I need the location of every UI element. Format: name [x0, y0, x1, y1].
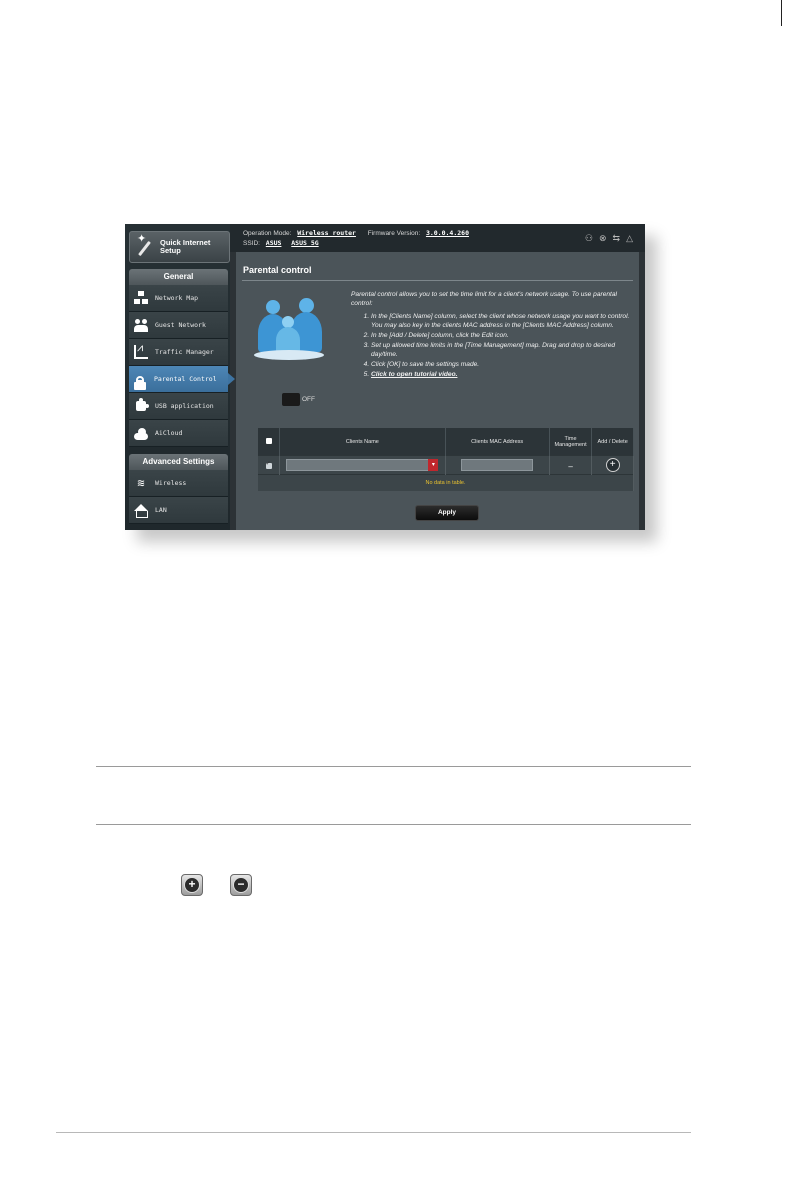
sidebar-item-label: AiCloud	[155, 429, 183, 437]
general-menu: Network Map Guest Network Traffic Manage…	[129, 285, 235, 447]
instruction-step: Set up allowed time limits in the [Time …	[371, 341, 631, 359]
sidebar-item-label: USB application	[155, 402, 214, 410]
advanced-menu: ≋ Wireless LAN	[129, 470, 228, 524]
router-admin-screenshot: ✦ Quick Internet Setup General Network M…	[125, 224, 645, 530]
toggle-state-label: OFF	[302, 396, 315, 403]
magic-wand-icon: ✦	[135, 234, 157, 258]
tutorial-video-link[interactable]: Click to open tutorial video.	[371, 371, 457, 378]
clients-icon[interactable]: ⚇	[585, 234, 593, 243]
col-time-management: Time Management	[549, 428, 593, 456]
house-icon	[134, 504, 148, 518]
operation-mode-line: Operation Mode: Wireless router Firmware…	[243, 229, 473, 237]
instruction-step: Click to open tutorial video.	[371, 370, 631, 379]
row-checkbox[interactable]	[265, 460, 272, 469]
firmware-link[interactable]: 3.0.0.4.260	[426, 229, 469, 237]
toggle-knob	[282, 393, 300, 406]
ssid-line: SSID: ASUS ASUS_5G	[243, 239, 323, 247]
network-map-icon	[134, 291, 148, 305]
instruction-step: In the [Clients Name] column, select the…	[371, 312, 631, 330]
traffic-chart-icon	[134, 341, 148, 359]
empty-message: No data in table.	[258, 474, 634, 491]
parental-control-panel: Parental control OFF Parental control al…	[236, 252, 639, 530]
sidebar-item-traffic-manager[interactable]: Traffic Manager	[129, 339, 228, 366]
sidebar-item-aicloud[interactable]: AiCloud	[129, 420, 228, 447]
note-bottom-rule	[96, 824, 691, 825]
clients-mac-cell	[445, 455, 550, 475]
usb-icon[interactable]: ⇆	[613, 234, 621, 243]
crop-mark	[781, 0, 782, 26]
remove-icon: −	[230, 874, 252, 896]
col-add-delete: Add / Delete	[591, 428, 634, 456]
time-management-cell: –	[549, 455, 593, 475]
row-check-cell	[258, 455, 281, 475]
col-clients-mac: Clients MAC Address	[445, 428, 550, 456]
plus-glyph: +	[184, 877, 200, 893]
top-status-bar: Operation Mode: Wireless router Firmware…	[230, 224, 645, 252]
instructions: Parental control allows you to set the t…	[351, 290, 631, 380]
sidebar-item-label: LAN	[155, 506, 167, 514]
sidebar-item-network-map[interactable]: Network Map	[129, 285, 228, 312]
wifi-icon: ≋	[137, 476, 145, 490]
sidebar-item-parental-control[interactable]: Parental Control	[129, 366, 235, 393]
quick-setup-label: Quick Internet Setup	[160, 238, 211, 255]
minus-glyph: −	[233, 877, 249, 893]
sidebar: ✦ Quick Internet Setup General Network M…	[125, 224, 235, 530]
note-top-rule	[96, 766, 691, 767]
puzzle-icon	[136, 398, 149, 411]
general-header: General	[129, 269, 228, 285]
sidebar-item-label: Wireless	[155, 479, 187, 487]
title-divider	[242, 280, 633, 281]
select-all-cell	[258, 428, 281, 456]
instructions-steps: In the [Clients Name] column, select the…	[351, 312, 631, 379]
clients-name-select[interactable]: ▾	[286, 458, 439, 471]
sidebar-item-label: Guest Network	[155, 321, 206, 329]
col-clients-name: Clients Name	[279, 428, 446, 456]
link-icon[interactable]: ⊗	[599, 234, 607, 243]
add-client-button[interactable]: +	[605, 457, 620, 472]
ssid-24g-link[interactable]: ASUS	[266, 239, 282, 247]
select-all-checkbox[interactable]	[265, 437, 272, 444]
operation-mode-label: Operation Mode:	[243, 230, 292, 237]
parental-control-toggle[interactable]: OFF	[282, 393, 318, 406]
instruction-step: Click [OK] to save the settings made.	[371, 360, 631, 369]
guest-network-icon	[134, 318, 148, 332]
sidebar-item-usb-application[interactable]: USB application	[129, 393, 228, 420]
ssid-label: SSID:	[243, 240, 260, 247]
notification-icon[interactable]: △	[626, 234, 633, 243]
cloud-icon	[134, 428, 148, 440]
apply-button[interactable]: Apply	[415, 505, 479, 521]
add-delete-cell: +	[591, 455, 634, 475]
sidebar-item-label: Network Map	[155, 294, 199, 302]
firmware-label: Firmware Version:	[367, 230, 421, 237]
sidebar-item-guest-network[interactable]: Guest Network	[129, 312, 228, 339]
ssid-5g-link[interactable]: ASUS_5G	[291, 239, 318, 247]
chevron-down-icon[interactable]: ▾	[428, 458, 439, 471]
advanced-settings-header: Advanced Settings	[129, 454, 228, 470]
sidebar-item-label: Parental Control	[154, 375, 217, 383]
sidebar-item-label: Traffic Manager	[155, 348, 214, 356]
footer-rule	[56, 1132, 691, 1133]
operation-mode-link[interactable]: Wireless router	[297, 229, 356, 237]
table-header-row: Clients Name Clients MAC Address Time Ma…	[258, 428, 634, 456]
clients-table: Clients Name Clients MAC Address Time Ma…	[258, 428, 634, 491]
table-input-row: ▾ – +	[258, 455, 634, 475]
clients-name-cell: ▾	[279, 455, 446, 475]
family-icon	[254, 294, 324, 364]
lock-icon	[134, 376, 146, 390]
sidebar-item-lan[interactable]: LAN	[129, 497, 228, 524]
table-empty-row: No data in table.	[258, 474, 634, 491]
status-icons: ⚇ ⊗ ⇆ △	[585, 234, 633, 243]
instructions-intro: Parental control allows you to set the t…	[351, 291, 617, 307]
clients-mac-input[interactable]	[461, 458, 534, 471]
time-management-value: –	[568, 462, 573, 471]
sidebar-item-wireless[interactable]: ≋ Wireless	[129, 470, 228, 497]
page-title: Parental control	[243, 265, 312, 275]
instruction-step: In the [Add / Delete] column, click the …	[371, 331, 631, 340]
quick-internet-setup-button[interactable]: ✦ Quick Internet Setup	[129, 231, 230, 263]
add-icon: +	[181, 874, 203, 896]
